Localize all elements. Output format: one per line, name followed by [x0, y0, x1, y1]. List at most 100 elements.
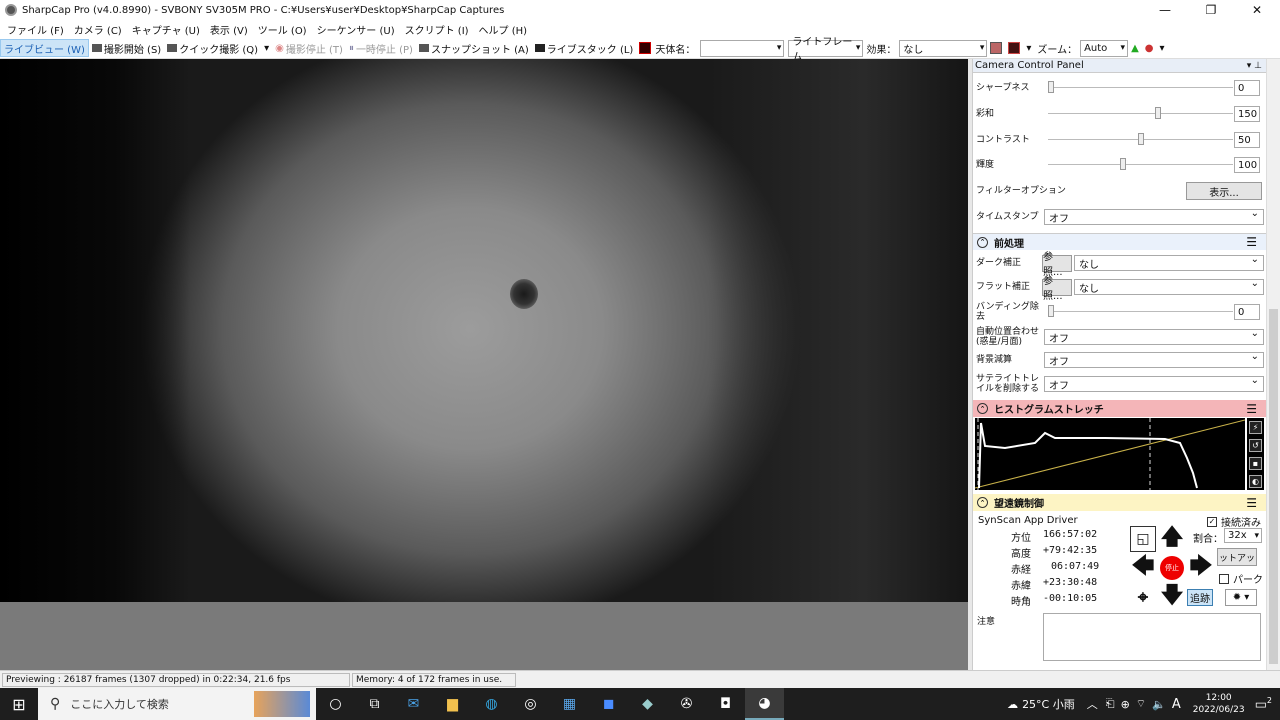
brightness-value[interactable]: 100	[1234, 157, 1260, 173]
auto-stretch-icon[interactable]: ⚡	[1249, 420, 1262, 434]
tray-expand-icon[interactable]: ︿	[1087, 696, 1098, 712]
panel-scrollbar[interactable]	[1266, 59, 1280, 670]
reset-icon[interactable]: ↺	[1249, 438, 1262, 452]
zoom-app-icon[interactable]: ◼	[589, 688, 628, 720]
snapshot-button[interactable]: スナップショット (A)	[416, 39, 532, 57]
rate-select[interactable]: 32x	[1224, 528, 1262, 543]
image-viewer[interactable]	[0, 59, 968, 670]
menu-help[interactable]: ヘルプ (H)	[474, 22, 533, 37]
app-icon[interactable]: ◘	[706, 688, 745, 720]
weather-text[interactable]: 25°C 小雨	[1022, 696, 1075, 712]
sharpness-value[interactable]: 0	[1234, 80, 1260, 96]
cortana-icon[interactable]: ○	[316, 688, 355, 720]
target-name-select[interactable]	[700, 39, 785, 57]
magnifier-icon[interactable]: ●	[1142, 39, 1157, 57]
collapse-icon[interactable]: ⌃	[977, 236, 988, 248]
sharpness-slider[interactable]	[1048, 81, 1233, 93]
saturation-value[interactable]: 150	[1234, 106, 1260, 122]
menu-camera[interactable]: カメラ (C)	[69, 22, 127, 37]
mail-icon[interactable]: ✉	[394, 688, 433, 720]
app-icon[interactable]: ✇	[667, 688, 706, 720]
arrow-right-icon[interactable]: 🡆	[1188, 554, 1214, 581]
color-swatch-icon[interactable]	[987, 39, 1005, 57]
tray-app-icon[interactable]: ⎗	[1106, 697, 1115, 711]
taskbar-search[interactable]: ⚲ ここに入力して検索	[38, 688, 316, 720]
dark-browse-button[interactable]: 参照...	[1042, 252, 1072, 278]
save-icon[interactable]: ▪	[1249, 456, 1262, 470]
stop-capture-button[interactable]: ◉ 撮影停止 (T)	[272, 39, 346, 57]
flat-browse-button[interactable]: 参照...	[1042, 276, 1072, 302]
telescope-header[interactable]: ⌃ 望遠鏡制御 ☰	[973, 494, 1266, 511]
collapse-icon[interactable]: ⌃	[977, 403, 988, 414]
arrow-up-icon[interactable]: 🡅	[1159, 525, 1185, 552]
quick-capture-button[interactable]: クイック撮影 (Q)	[164, 39, 261, 57]
contrast-slider[interactable]	[1048, 133, 1233, 145]
auto-align-select[interactable]: オフ	[1044, 328, 1264, 345]
banding-value[interactable]: 0	[1234, 304, 1260, 320]
brightness-slider[interactable]	[1048, 158, 1233, 170]
sun-tracking-icon[interactable]: ✹ ▾	[1225, 589, 1257, 606]
notification-icon[interactable]: ▭2	[1255, 696, 1272, 712]
filter-options-button[interactable]: 表示...	[1186, 182, 1262, 200]
display-options-dropdown[interactable]: ▾	[1023, 39, 1034, 57]
arrow-down-icon[interactable]: 🡇	[1159, 583, 1185, 610]
magnifier-dropdown[interactable]: ▾	[1157, 39, 1168, 57]
arrow-left-icon[interactable]: 🡄	[1130, 554, 1156, 581]
menu-icon[interactable]: ☰	[1246, 496, 1257, 510]
tracking-button[interactable]: 追跡	[1187, 589, 1213, 606]
menu-file[interactable]: ファイル (F)	[2, 22, 69, 37]
maximize-button[interactable]: ❐	[1188, 0, 1234, 20]
banding-slider[interactable]	[1048, 305, 1233, 317]
start-capture-button[interactable]: 撮影開始 (S)	[89, 39, 164, 57]
sharpcap-taskbar-icon[interactable]: ◕	[745, 688, 784, 720]
pin-icon[interactable]: ▾ ⊥	[1247, 61, 1262, 71]
weather-icon[interactable]: ☁	[1007, 698, 1018, 711]
clock[interactable]: 12:00 2022/06/23	[1193, 692, 1245, 716]
menu-capture[interactable]: キャプチャ (U)	[127, 22, 205, 37]
crosshair-icon[interactable]: ⌖	[1130, 584, 1156, 610]
minimize-button[interactable]: —	[1142, 0, 1188, 20]
preprocess-header[interactable]: ⌃ 前処理 ☰	[973, 233, 1266, 250]
bg-subtract-select[interactable]: オフ	[1044, 351, 1264, 368]
histogram-icon[interactable]: ▲	[1128, 39, 1142, 57]
menu-sequencer[interactable]: シーケンサー (U)	[312, 22, 400, 37]
color-grid-icon[interactable]	[1005, 39, 1023, 57]
app-icon[interactable]: ◆	[628, 688, 667, 720]
menu-view[interactable]: 表示 (V)	[205, 22, 253, 37]
close-button[interactable]: ✕	[1234, 0, 1280, 20]
menu-scripting[interactable]: スクリプト (I)	[400, 22, 474, 37]
volume-icon[interactable]: 🔈	[1152, 698, 1166, 711]
flat-select[interactable]: なし	[1074, 278, 1264, 295]
dark-select[interactable]: なし	[1074, 254, 1264, 271]
contrast-icon[interactable]: ◐	[1249, 474, 1262, 488]
file-explorer-icon[interactable]: ▆	[433, 688, 472, 720]
histogram-header[interactable]: ⌃ ヒストグラムストレッチ ☰	[973, 400, 1266, 417]
store-icon[interactable]: ▦	[550, 688, 589, 720]
park-checkbox[interactable]: パーク	[1219, 571, 1263, 586]
saturation-slider[interactable]	[1048, 107, 1233, 119]
quick-capture-dropdown[interactable]: ▾	[261, 39, 272, 57]
collapse-icon[interactable]: ⌃	[977, 497, 988, 508]
app-icon[interactable]: ◎	[511, 688, 550, 720]
task-view-icon[interactable]: ⧉	[355, 688, 394, 720]
ime-indicator[interactable]: A	[1172, 697, 1181, 712]
live-view-button[interactable]: ライブビュー (W)	[0, 39, 89, 57]
sat-trail-select[interactable]: オフ	[1044, 375, 1264, 392]
effect-select[interactable]: なし	[899, 39, 988, 57]
edge-icon[interactable]: ◍	[472, 688, 511, 720]
menu-icon[interactable]: ☰	[1246, 402, 1257, 416]
contrast-value[interactable]: 50	[1234, 132, 1260, 148]
frame-type-select[interactable]: ライトフレーム	[788, 37, 864, 63]
menu-tools[interactable]: ツール (O)	[253, 22, 312, 37]
stop-button[interactable]: 停止	[1160, 556, 1184, 580]
notes-textarea[interactable]	[1043, 613, 1261, 661]
menu-icon[interactable]: ☰	[1246, 235, 1257, 249]
network-icon[interactable]: ⊕	[1121, 698, 1130, 711]
pause-button[interactable]: ⏸ 一時停止 (P)	[346, 39, 416, 57]
live-stack-button[interactable]: ライブスタック (L)	[532, 39, 637, 57]
scrollbar-thumb[interactable]	[1269, 309, 1278, 664]
wifi-icon[interactable]: ⌔	[1136, 697, 1146, 711]
histogram-plot[interactable]	[975, 418, 1245, 490]
windows-start-icon[interactable]: ⊞	[0, 688, 38, 720]
setup-button[interactable]: セットアップ	[1217, 548, 1257, 566]
